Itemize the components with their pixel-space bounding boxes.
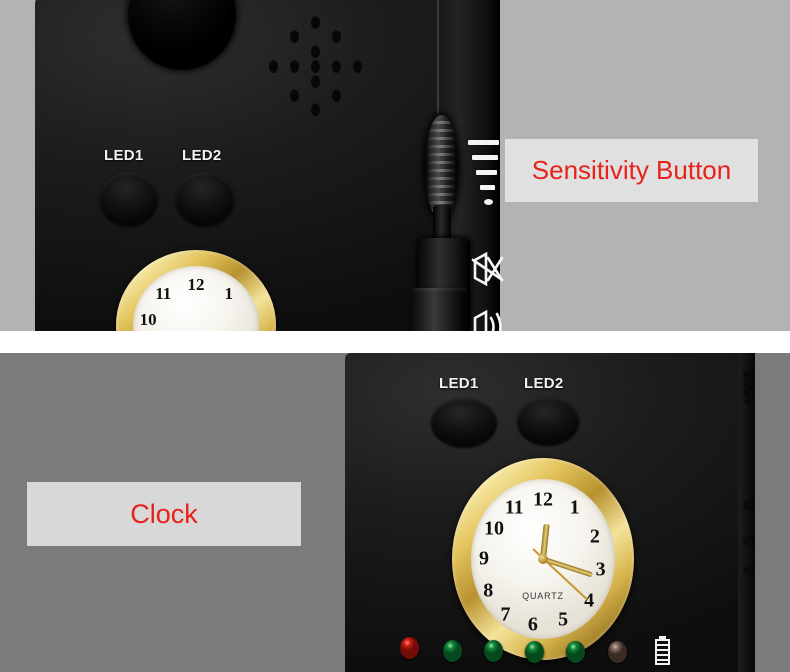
led2-button[interactable] bbox=[517, 397, 579, 445]
clock-numeral: 6 bbox=[527, 613, 538, 636]
led2-button[interactable] bbox=[176, 172, 234, 226]
status-led-green bbox=[566, 641, 585, 663]
side-nub bbox=[744, 389, 752, 397]
analog-clock-bottom: 12 1 2 3 4 5 6 7 8 9 10 11 QUARTZ bbox=[452, 458, 634, 660]
side-nub bbox=[744, 566, 753, 575]
sensitivity-tick bbox=[476, 170, 497, 175]
clock-numeral: 7 bbox=[500, 603, 511, 626]
led1-button[interactable] bbox=[431, 398, 497, 447]
clock-numeral: 8 bbox=[483, 579, 494, 602]
status-led-red bbox=[400, 637, 419, 659]
sound-icon bbox=[473, 310, 502, 331]
clock-numeral: 1 bbox=[569, 496, 580, 519]
clock-face: 12 1 2 3 4 5 6 7 8 9 10 11 QUARTZ bbox=[471, 479, 615, 639]
panel-divider bbox=[0, 331, 790, 353]
sensitivity-button-callout-label: Sensitivity Button bbox=[531, 155, 732, 185]
analog-clock-top: 12 1 11 10 bbox=[116, 250, 276, 331]
side-nub bbox=[744, 380, 752, 388]
clock-callout-label: Clock bbox=[130, 498, 198, 529]
clock-numeral: 3 bbox=[595, 558, 606, 581]
battery-icon bbox=[655, 636, 670, 665]
speaker-grille-icon bbox=[268, 16, 363, 116]
side-nub bbox=[744, 537, 753, 546]
clock-numeral: 11 bbox=[504, 496, 524, 519]
sensitivity-tick bbox=[472, 155, 498, 160]
status-led-green bbox=[484, 640, 503, 662]
sensitivity-button-callout: Sensitivity Button bbox=[505, 139, 758, 202]
clock-callout: Clock bbox=[27, 482, 301, 546]
clock-numeral: 4 bbox=[584, 589, 595, 612]
side-nub bbox=[744, 501, 753, 510]
clock-center-cap bbox=[538, 554, 548, 564]
clock-numeral: 9 bbox=[478, 547, 489, 570]
mute-icon bbox=[471, 251, 504, 287]
clock-numeral: 11 bbox=[155, 284, 172, 304]
clock-numeral: 10 bbox=[484, 517, 505, 540]
led1-label: LED1 bbox=[439, 375, 479, 392]
clock-numeral: 12 bbox=[187, 274, 205, 294]
side-nub bbox=[745, 399, 750, 404]
sound-mode-slider-knob[interactable] bbox=[412, 288, 467, 331]
led1-button[interactable] bbox=[100, 172, 158, 226]
sensitivity-tick bbox=[484, 199, 493, 205]
sensitivity-tick bbox=[468, 140, 499, 145]
status-led-gray bbox=[608, 641, 627, 663]
led2-label: LED2 bbox=[182, 147, 222, 164]
side-nub bbox=[744, 371, 751, 378]
clock-numeral: 12 bbox=[533, 488, 553, 511]
antenna-seam-line bbox=[437, 0, 439, 114]
led2-label: LED2 bbox=[524, 375, 564, 392]
led1-label: LED1 bbox=[104, 147, 144, 164]
sensitivity-tick bbox=[480, 185, 495, 190]
status-led-green bbox=[443, 640, 462, 662]
clock-numeral: 2 bbox=[589, 525, 600, 548]
clock-brand-label: QUARTZ bbox=[522, 591, 564, 601]
clock-numeral: 10 bbox=[139, 310, 157, 330]
clock-numeral: 1 bbox=[224, 284, 234, 304]
clock-numeral: 5 bbox=[558, 608, 569, 631]
sensitivity-button-panel: LED1 LED2 12 1 11 10 Sensitivity Button bbox=[0, 0, 790, 331]
product-annotation-image: LED1 LED2 12 1 11 10 Sensitivity Button … bbox=[0, 0, 790, 672]
status-led-green bbox=[525, 641, 544, 663]
